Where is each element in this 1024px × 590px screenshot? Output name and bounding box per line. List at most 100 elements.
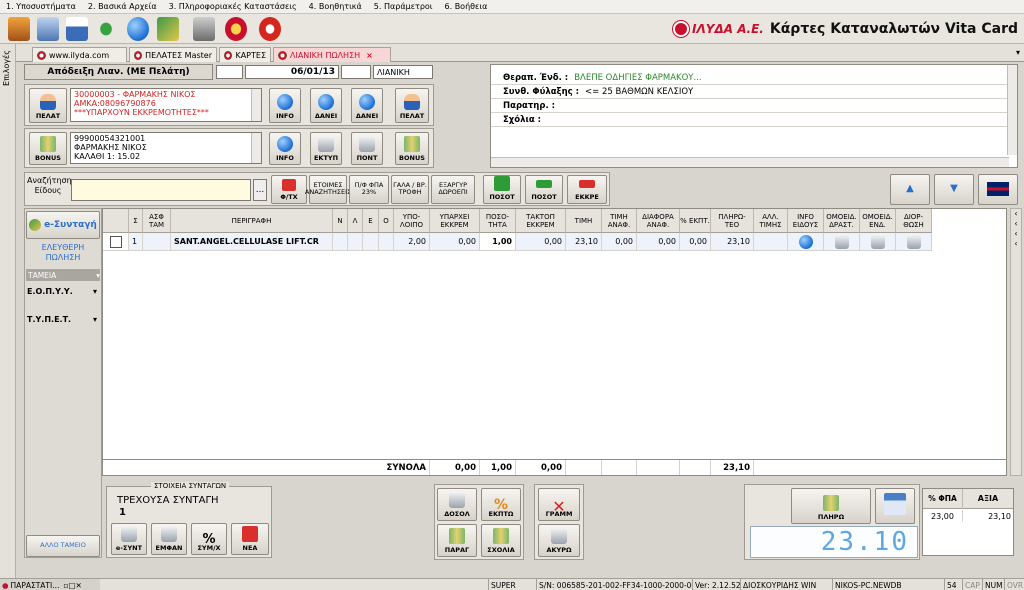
save-button[interactable] (875, 488, 915, 524)
dosage-button[interactable]: ΔΟΣΟΛ (437, 488, 477, 521)
scrollbar[interactable] (251, 89, 261, 121)
copay-button[interactable]: % ΣΥΜ/Χ (191, 523, 227, 555)
show-button[interactable]: ΕΜΦΑΝ (151, 523, 187, 555)
col-header[interactable]: ΟΜΟΕΙΔ. ΕΝΔ. (860, 209, 896, 233)
number-field[interactable] (341, 65, 371, 79)
menu-reports[interactable]: 3. Πληροφοριακές Καταστάσεις (169, 2, 297, 11)
customer-button[interactable]: ΠΕΛΑΤ (29, 88, 67, 123)
baby-food-button[interactable]: ΓΑΛΑ / ΒΡ. ΤΡΟΦΗ (391, 175, 429, 204)
cash-register-icon[interactable] (193, 17, 215, 41)
menu-tools[interactable]: 4. Βοηθητικά (309, 2, 362, 11)
row-price-change[interactable] (754, 233, 788, 251)
comments-button[interactable]: ΣΧΟΛΙΑ (481, 524, 521, 557)
add-customer-button[interactable]: ΠΕΛΑΤ (395, 88, 429, 123)
home-icon[interactable] (8, 17, 30, 41)
power-icon[interactable] (259, 17, 281, 41)
loan-button[interactable]: ΔΑΝΕΙ (310, 88, 342, 123)
col-header[interactable]: % ΕΚΠΤ. (680, 209, 711, 233)
info-icon[interactable] (127, 17, 149, 41)
col-header[interactable]: ΑΛΛ. ΤΙΜΗΣ (754, 209, 788, 233)
row-checkbox[interactable] (103, 233, 129, 251)
col-header[interactable]: ΥΠΟ- ΛΟΙΠΟ (394, 209, 430, 233)
calendar-icon[interactable] (66, 17, 88, 41)
menu-parameters[interactable]: 5. Παράμετροι (374, 2, 433, 11)
col-header[interactable]: Ν (333, 209, 348, 233)
row-quantity[interactable]: 1,00 (480, 233, 516, 251)
menu-help[interactable]: 6. Βοήθεια (445, 2, 488, 11)
other-fund-button[interactable]: ΑΛΛΟ ΤΑΜΕΙΟ (26, 535, 100, 557)
col-header[interactable]: Σ (129, 209, 143, 233)
pending-toggle-button[interactable]: ΕΚΚΡΕ (567, 175, 607, 204)
col-header[interactable]: ΔΙΟΡ- ΘΩΣΗ (896, 209, 932, 233)
col-header[interactable]: ΠΛΗΡΩ- ΤΕΟ (711, 209, 754, 233)
menu-base-files[interactable]: 2. Βασικά Αρχεία (88, 2, 157, 11)
order-button[interactable]: ΠΑΡΑΓ (437, 524, 477, 557)
tab-website[interactable]: www.ilyda.com (32, 47, 127, 62)
options-strip[interactable]: Επιλογές (0, 44, 16, 578)
bonus-button[interactable]: BONUS (29, 132, 67, 165)
vertical-scrollbar[interactable] (1007, 65, 1017, 155)
search-input[interactable] (71, 179, 251, 201)
delete-line-button[interactable]: ✕ ΓΡΑΜΜ (538, 488, 580, 521)
customer-details[interactable]: 30000003 - ΦΑΡΜΑΚΗΣ ΝΙΚΟΣ ΑΜΚΑ:080967908… (70, 88, 262, 122)
row-edit[interactable] (896, 233, 932, 251)
language-button[interactable] (978, 174, 1018, 205)
free-sale-link[interactable]: ΕΛΕΥΘΕΡΗ ΠΩΛΗΣΗ (27, 243, 99, 265)
fund-eopyy[interactable]: Ε.Ο.Π.Υ.Υ. ▾ (27, 287, 97, 301)
bonus-info-button[interactable]: INFO (269, 132, 301, 165)
browse-button[interactable]: ... (253, 179, 267, 201)
redeem-gift-button[interactable]: ΕΞΑΡΓΥΡ ΔΩΡΟΕΠΙ (431, 175, 475, 204)
lifebuoy-icon[interactable] (225, 17, 247, 41)
funds-header[interactable]: ΤΑΜΕΙΑ ▾ (26, 269, 100, 281)
col-header[interactable]: Λ (348, 209, 363, 233)
chevron-down-icon[interactable]: ▾ (1016, 48, 1020, 57)
col-header[interactable]: ΔΙΑΦΟΡΑ ΑΝΑΦ. (637, 209, 680, 233)
col-header[interactable]: ΤΑΚΤΟΠ ΕΚΚΡΕΜ (516, 209, 566, 233)
series-field[interactable] (216, 65, 243, 79)
col-header[interactable]: ΤΙΜΗ (566, 209, 602, 233)
add-bonus-button[interactable]: BONUS (395, 132, 429, 165)
tax-receipt-button[interactable]: Φ/ΤΧ (271, 175, 307, 204)
menu-systems[interactable]: 1. Υποσυστήματα (6, 2, 76, 11)
col-header[interactable]: ΑΣΦ ΤΑΜ (143, 209, 171, 233)
qty-plus-button[interactable]: ΠΟΣΟΤ (483, 175, 521, 204)
row-similar-active[interactable] (824, 233, 860, 251)
tab-customers[interactable]: ΠΕΛΑΤΕΣ Master (129, 47, 217, 62)
col-header[interactable]: ΥΠΑΡΧΕΙ ΕΚΚΡΕΜ (430, 209, 480, 233)
grid-side-arrows[interactable]: ‹ ‹ ‹ ‹ (1010, 208, 1022, 476)
col-header[interactable]: Ο (379, 209, 394, 233)
horizontal-scrollbar[interactable] (491, 157, 1009, 167)
sale-type-field[interactable]: ΛΙΑΝΙΚΗ (373, 65, 433, 79)
vat-filter-button[interactable]: Π/Φ ΦΠΑ 23% (349, 175, 389, 204)
move-up-button[interactable]: ▲ (890, 174, 930, 205)
pay-button[interactable]: ΠΛΗΡΩ (791, 488, 871, 524)
new-prescription-button[interactable]: ΝΕΑ (231, 523, 269, 555)
tab-retail-sale[interactable]: ΛΙΑΝΙΚΗ ΠΩΛΗΣΗ × (273, 47, 391, 62)
e-prescription-list-button[interactable]: e-ΣΥΝΤ (111, 523, 147, 555)
saved-searches-button[interactable]: ΕΤΟΙΜΕΣ ΑΝΑΖΗΤΗΣΕΙΣ (305, 175, 351, 204)
tab-cards[interactable]: ΚΑΡΤΕΣ (219, 47, 271, 62)
bonus-details[interactable]: 99900054321001 ΦΑΡΜΑΚΗΣ ΝΙΚΟΣ ΚΑΛΑΘΙ 1: … (70, 132, 262, 164)
calculator-icon[interactable] (37, 17, 59, 41)
col-header[interactable]: ΠΟΣΟ- ΤΗΤΑ (480, 209, 516, 233)
points-button[interactable]: ΠΟΝΤ (351, 132, 383, 165)
row-item-info[interactable] (788, 233, 824, 251)
col-header[interactable]: ΤΙΜΗ ΑΝΑΦ. (602, 209, 637, 233)
col-header[interactable]: ΠΕΡΙΓΡΑΦΗ (171, 209, 333, 233)
discount-button[interactable]: % ΕΚΠΤΩ (481, 488, 521, 521)
network-icon[interactable] (95, 17, 117, 41)
minimized-task[interactable]: ● ΠΑΡΑΣΤΑΤΙ... ▫□✕ (0, 579, 100, 590)
print-button[interactable]: ΕΚΤΥΠ (310, 132, 342, 165)
row-similar-indication[interactable] (860, 233, 896, 251)
loan-add-button[interactable]: ΔΑΝΕΙ (351, 88, 383, 123)
fund-typet[interactable]: Τ.Υ.Π.Ε.Τ. ▾ (27, 315, 97, 329)
puzzle-icon[interactable] (157, 17, 179, 41)
col-header[interactable]: Ε (363, 209, 379, 233)
row-description[interactable]: SANT.ANGEL.CELLULASE LIFT.CR (171, 233, 333, 251)
qty-minus-button[interactable]: ΠΟΣΟΤ (525, 175, 563, 204)
col-header[interactable]: ΟΜΟΕΙΔ. ΔΡΑΣΤ. (824, 209, 860, 233)
col-header[interactable]: INFO ΕΙΔΟΥΣ (788, 209, 824, 233)
scrollbar[interactable] (251, 133, 261, 163)
e-prescription-button[interactable]: e-Συνταγή (26, 211, 100, 239)
customer-info-button[interactable]: INFO (269, 88, 301, 123)
